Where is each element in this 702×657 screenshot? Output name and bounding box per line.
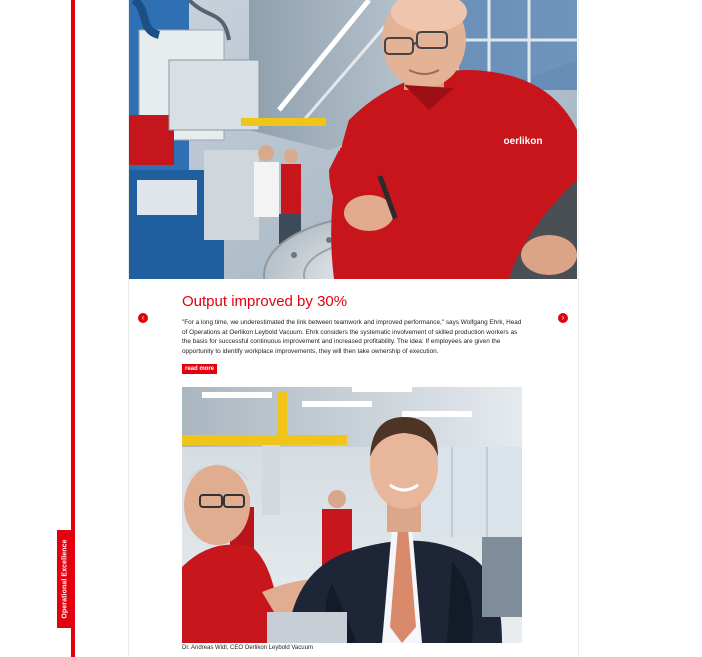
previous-arrow-button[interactable]: ‹ <box>138 313 148 323</box>
shirt-logo-text: oerlikon <box>504 136 543 147</box>
hero-photo-illustration: oerlikon <box>129 0 577 279</box>
ceo-photo-illustration <box>182 387 522 643</box>
section-tab[interactable]: Operational Excellence <box>57 530 73 628</box>
next-arrow-button[interactable]: › <box>558 313 568 323</box>
article-headline: Output improved by 30% <box>182 293 348 310</box>
chevron-left-icon: ‹ <box>141 313 145 322</box>
hero-photo: oerlikon <box>129 0 577 279</box>
article-body: "For a long time, we underestimated the … <box>182 319 522 355</box>
ceo-photo <box>182 387 522 643</box>
section-tab-label: Operational Excellence <box>61 539 69 619</box>
chevron-right-icon: › <box>561 313 565 322</box>
read-more-button[interactable]: read more <box>182 364 218 374</box>
photo-caption: Dr. Andreas Widl, CEO Oerlikon Leybold V… <box>182 645 313 651</box>
